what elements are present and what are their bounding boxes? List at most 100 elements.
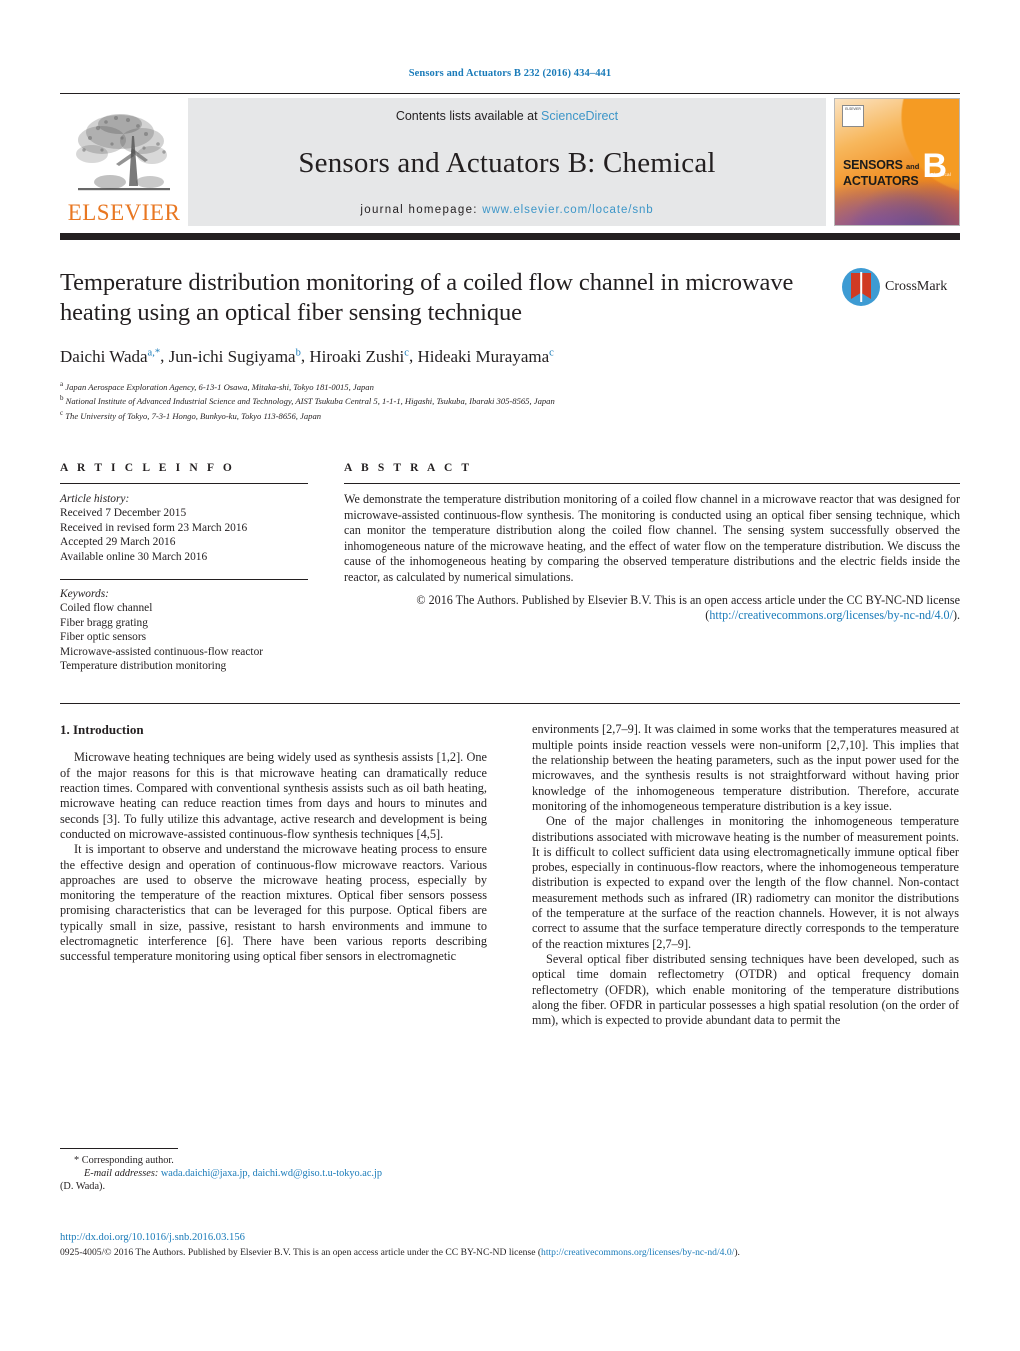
footnote-rule: [60, 1148, 178, 1149]
journal-banner: ELSEVIER Contents lists available at Sci…: [60, 98, 960, 226]
abstract-rule: [344, 483, 960, 485]
keyword-item: Fiber bragg grating: [60, 616, 148, 629]
author-name: Hiroaki Zushi: [309, 346, 405, 366]
article-info-column: A R T I C L E I N F O Article history: R…: [60, 462, 308, 673]
banner-bottom-rule: [60, 233, 960, 240]
title-block: CrossMark Temperature distribution monit…: [60, 268, 960, 422]
article-history-label: Article history:: [60, 493, 130, 506]
bottom-matter: http://dx.doi.org/10.1016/j.snb.2016.03.…: [60, 1232, 960, 1260]
journal-title: Sensors and Actuators B: Chemical: [298, 147, 716, 179]
history-item: Available online 30 March 2016: [60, 550, 208, 563]
elsevier-logo: ELSEVIER: [60, 98, 188, 226]
email-line: E-mail addresses: wada.daichi@jaxa.jp, d…: [60, 1167, 487, 1180]
author-name: Hideaki Murayama: [417, 346, 550, 366]
journal-cover-thumbnail: ELSEVIER SENSORS and ACTUATORS B Chemica…: [834, 98, 960, 226]
issn-license-link[interactable]: http://creativecommons.org/licenses/by-n…: [541, 1247, 734, 1258]
issn-pre: 0925-4005/© 2016 The Authors. Published …: [60, 1247, 542, 1258]
paragraph: It is important to observe and understan…: [60, 842, 487, 964]
body-top-rule: [60, 703, 960, 705]
affiliation-text: National Institute of Advanced Industria…: [65, 395, 555, 406]
cover-corner-text: ELSEVIER: [845, 107, 861, 111]
issn-copyright-line: 0925-4005/© 2016 The Authors. Published …: [60, 1247, 960, 1260]
author-marks: a,*: [147, 347, 161, 358]
keywords-rule: [60, 579, 308, 581]
keyword-item: Fiber optic sensors: [60, 631, 147, 644]
history-item: Accepted 29 March 2016: [60, 536, 176, 549]
affiliation-item: a Japan Aerospace Exploration Agency, 6-…: [60, 379, 830, 393]
affiliation-list: a Japan Aerospace Exploration Agency, 6-…: [60, 379, 830, 422]
body-columns: 1. Introduction Microwave heating techni…: [60, 722, 960, 1028]
affiliation-item: b National Institute of Advanced Industr…: [60, 393, 830, 407]
affiliation-text: Japan Aerospace Exploration Agency, 6-13…: [65, 381, 374, 392]
page-title: Temperature distribution monitoring of a…: [60, 269, 794, 326]
email-label: E-mail addresses:: [84, 1168, 159, 1180]
journal-homepage-link[interactable]: www.elsevier.com/locate/snb: [482, 204, 653, 216]
crossmark-label: CrossMark: [885, 279, 948, 294]
sciencedirect-link[interactable]: ScienceDirect: [541, 109, 618, 123]
email-addresses[interactable]: wada.daichi@jaxa.jp, daichi.wd@giso.t.u-…: [161, 1168, 382, 1179]
cover-letter-b: B: [922, 147, 947, 186]
elsevier-tree-icon: [76, 114, 170, 191]
abstract-copyright: © 2016 The Authors. Published by Elsevie…: [344, 593, 960, 624]
copyright-post: ).: [952, 608, 960, 623]
keywords-label: Keywords:: [60, 588, 109, 601]
affiliation-text: The University of Tokyo, 7-3-1 Hongo, Bu…: [65, 410, 322, 421]
banner-center: Contents lists available at ScienceDirec…: [188, 98, 826, 226]
keyword-item: Temperature distribution monitoring: [60, 660, 227, 673]
license-link[interactable]: http://creativecommons.org/licenses/by-n…: [709, 608, 953, 622]
author-marks: c: [549, 347, 554, 358]
footnote-text: * Corresponding author. E-mail addresses…: [60, 1154, 487, 1194]
cover-title-text: SENSORS and ACTUATORS: [843, 158, 919, 188]
keywords-block: Keywords: Coiled flow channel Fiber brag…: [60, 587, 308, 673]
cover-elsevier-mark-icon: ELSEVIER: [842, 105, 864, 127]
abstract-text: We demonstrate the temperature distribut…: [344, 492, 960, 584]
paragraph: One of the major challenges in monitorin…: [532, 814, 959, 951]
contents-prefix: Contents lists available at: [395, 109, 542, 123]
footnote-block: * Corresponding author. E-mail addresses…: [60, 1148, 487, 1194]
affiliation-item: c The University of Tokyo, 7-3-1 Hongo, …: [60, 408, 830, 422]
contents-lists-line: Contents lists available at ScienceDirec…: [396, 109, 618, 123]
cover-subtitle: Chemical: [930, 172, 951, 178]
affiliation-mark: b: [60, 394, 64, 403]
cover-line2: ACTUATORS: [843, 174, 919, 189]
article-info-heading: A R T I C L E I N F O: [60, 462, 235, 475]
journal-homepage-line: journal homepage: www.elsevier.com/locat…: [360, 204, 653, 216]
article-history-block: Article history: Received 7 December 201…: [60, 492, 308, 564]
author-item: Daichi Wadaa,*: [60, 347, 160, 366]
paragraph: environments [2,7–9]. It was claimed in …: [532, 722, 959, 813]
body-column-right: environments [2,7–9]. It was claimed in …: [532, 722, 959, 1028]
crossmark-icon: [842, 268, 880, 306]
cover-line1: SENSORS: [843, 158, 903, 173]
crossmark-badge-group[interactable]: CrossMark: [842, 268, 960, 306]
author-marks: c: [404, 347, 409, 358]
abstract-column: A B S T R A C T We demonstrate the tempe…: [344, 462, 960, 673]
author-marks: b: [295, 347, 301, 358]
author-item: Hiroaki Zushic: [309, 347, 409, 366]
author-name: Jun-ichi Sugiyama: [168, 346, 296, 366]
author-item: Hideaki Murayamac: [417, 347, 553, 366]
paper-page: Sensors and Actuators B 232 (2016) 434–4…: [0, 0, 1020, 1351]
history-item: Received 7 December 2015: [60, 507, 187, 520]
header-divider: [60, 93, 960, 94]
affiliation-mark: a: [60, 379, 64, 388]
homepage-prefix: journal homepage:: [360, 204, 483, 216]
author-item: Jun-ichi Sugiyamab: [169, 347, 301, 366]
article-info-rule: [60, 483, 308, 485]
paragraph: Microwave heating techniques are being w…: [60, 750, 487, 841]
elsevier-wordmark: ELSEVIER: [67, 200, 181, 225]
section-heading-introduction: 1. Introduction: [60, 722, 144, 738]
body-column-left: 1. Introduction Microwave heating techni…: [60, 722, 487, 1028]
cover-and: and: [906, 162, 920, 172]
author-name: Daichi Wada: [60, 346, 148, 366]
abstract-heading: A B S T R A C T: [344, 462, 473, 475]
paragraph: Several optical fiber distributed sensin…: [532, 951, 959, 1028]
author-list: Daichi Wadaa,*, Jun-ichi Sugiyamab, Hiro…: [60, 346, 554, 366]
email-owner: (D. Wada).: [60, 1181, 106, 1193]
history-item: Received in revised form 23 March 2016: [60, 521, 248, 534]
doi-link[interactable]: http://dx.doi.org/10.1016/j.snb.2016.03.…: [60, 1232, 960, 1243]
corresponding-author-note: * Corresponding author.: [74, 1155, 174, 1166]
issn-post: ).: [734, 1247, 740, 1258]
keyword-item: Coiled flow channel: [60, 602, 153, 615]
running-head: Sensors and Actuators B 232 (2016) 434–4…: [408, 68, 612, 79]
